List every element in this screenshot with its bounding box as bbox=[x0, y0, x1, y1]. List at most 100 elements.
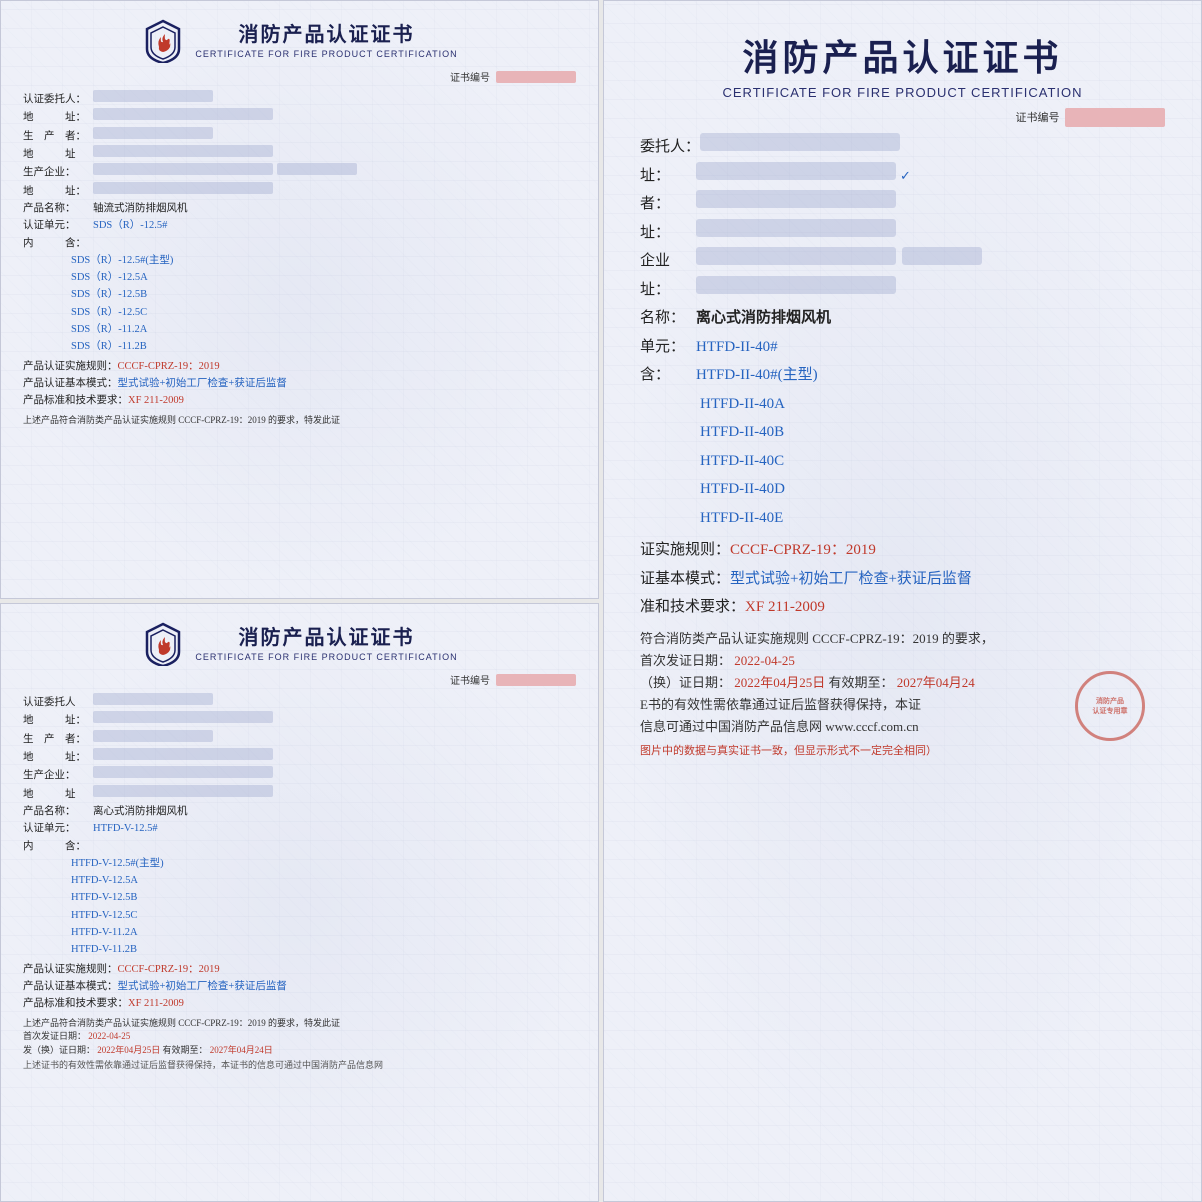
card1-title-cn: 消防产品认证证书 bbox=[195, 23, 457, 47]
card2-enterprise-value bbox=[93, 766, 273, 778]
card3-contains-item-main: HTFD-II-40#(主型) bbox=[696, 361, 818, 390]
card3-addr2-label: 址： bbox=[640, 219, 696, 248]
card2-contains-items: HTFD-V-12.5#(主型) HTFD-V-12.5A HTFD-V-12.… bbox=[71, 855, 576, 959]
card3-addr1-label: 址： bbox=[640, 162, 696, 191]
card1-fields: 认证委托人： 地 址： 生 产 者： 地 址 生产企业： 地 bbox=[23, 90, 576, 410]
card3-contains-items: HTFD-II-40A HTFD-II-40B HTFD-II-40C HTFD… bbox=[700, 390, 1165, 533]
card2-standard-label: 产品标准和技术要求： bbox=[23, 995, 128, 1012]
card2-addr1-value bbox=[93, 711, 273, 723]
card2-product-label: 产品名称： bbox=[23, 803, 93, 820]
card3-unit-value: HTFD-II-40# bbox=[696, 333, 778, 362]
card2-contains-item-1: HTFD-V-12.5A bbox=[71, 872, 576, 889]
card1-mode-value: 型式试验+初始工厂检查+获证后监督 bbox=[118, 375, 287, 392]
card2-standard-value: XF 211-2009 bbox=[128, 995, 184, 1012]
card3-applicant-value bbox=[700, 133, 900, 151]
card1-standard-value: XF 211-2009 bbox=[128, 392, 184, 409]
card1-addr1-value bbox=[93, 108, 273, 120]
card2-enterprise-label: 生产企业： bbox=[23, 767, 93, 784]
certificate-card-2: 消防产品认证证书 CERTIFICATE FOR FIRE PRODUCT CE… bbox=[0, 603, 599, 1202]
card2-unit-value: HTFD-V-12.5# bbox=[93, 820, 158, 837]
card3-applicant-label: 委托人： bbox=[640, 133, 700, 162]
card1-contains-item-3: SDS（R）-12.5C bbox=[71, 304, 576, 321]
card3-standard-value: XF 211-2009 bbox=[745, 593, 825, 622]
card3-addr2-value bbox=[696, 219, 896, 237]
card3-product-value: 离心式消防排烟风机 bbox=[696, 304, 831, 333]
card1-addr2-label: 地 址 bbox=[23, 146, 93, 163]
card3-item-2: HTFD-II-40B bbox=[700, 418, 1165, 447]
card3-renew-date: 2022年04月25日 bbox=[734, 675, 825, 690]
card2-renew-row: 发（换）证日期： 2022年04月25日 有效期至： 2027年04月24日 bbox=[23, 1044, 576, 1058]
card3-standard-label: 准和技术要求： bbox=[640, 593, 745, 622]
card1-addr2-value bbox=[93, 145, 273, 157]
card3-fields: 委托人： 址： ✓ 者： 址： 企业 址： bbox=[640, 133, 1165, 622]
fire-cert-logo-1 bbox=[141, 19, 185, 63]
card3-enterprise-value bbox=[696, 247, 896, 265]
card1-enterprise-label: 生产企业： bbox=[23, 164, 93, 181]
card1-contains-item-0: SDS（R）-12.5#(主型) bbox=[71, 252, 576, 269]
card3-addr3-value bbox=[696, 276, 896, 294]
card1-enterprise-value2 bbox=[277, 163, 357, 175]
card2-addr3-label: 地 址 bbox=[23, 786, 93, 803]
card1-title-block: 消防产品认证证书 CERTIFICATE FOR FIRE PRODUCT CE… bbox=[195, 23, 457, 59]
card3-valid-date: 2027年04月24 bbox=[897, 675, 975, 690]
card3-mode-value: 型式试验+初始工厂检查+获证后监督 bbox=[730, 565, 972, 594]
card1-contains-item-2: SDS（R）-12.5B bbox=[71, 286, 576, 303]
card1-product-value: 轴流式消防排烟风机 bbox=[93, 200, 188, 217]
card3-cert-number-label: 证书编号 bbox=[1016, 112, 1060, 124]
card3-stamp: 消防产品认证专用章 bbox=[1075, 671, 1145, 741]
card1-addr1-label: 地 址： bbox=[23, 109, 93, 126]
card2-fields: 认证委托人 地 址： 生 产 者： 地 址： 生产企业： 地 址 bbox=[23, 693, 576, 1013]
card2-addr1-label: 地 址： bbox=[23, 712, 93, 729]
card2-rule-value: CCCF-CPRZ-19：2019 bbox=[118, 961, 220, 978]
card1-enterprise-value bbox=[93, 163, 273, 175]
card1-rule-label: 产品认证实施规则： bbox=[23, 358, 118, 375]
card2-contains-item-2: HTFD-V-12.5B bbox=[71, 889, 576, 906]
card2-applicant-label: 认证委托人 bbox=[23, 694, 93, 711]
card3-product-label: 名称： bbox=[640, 304, 696, 333]
card1-product-label: 产品名称： bbox=[23, 200, 93, 217]
card1-manufacturer-value bbox=[93, 127, 213, 139]
card1-addr3-value bbox=[93, 182, 273, 194]
card2-first-issue-label: 首次发证日期： bbox=[23, 1031, 86, 1041]
card3-addr3-label: 址： bbox=[640, 276, 696, 305]
card3-item-3: HTFD-II-40C bbox=[700, 447, 1165, 476]
certificate-card-1: 消防产品认证证书 CERTIFICATE FOR FIRE PRODUCT CE… bbox=[0, 0, 599, 599]
card2-addr2-value bbox=[93, 748, 273, 760]
card2-contains-item-3: HTFD-V-12.5C bbox=[71, 907, 576, 924]
card3-mode-label: 证基本模式： bbox=[640, 565, 730, 594]
card2-renew-label: 发（换）证日期： bbox=[23, 1045, 95, 1055]
card1-contains-item-5: SDS（R）-11.2B bbox=[71, 338, 576, 355]
card3-rule-value: CCCF-CPRZ-19：2019 bbox=[730, 536, 876, 565]
card3-item-5: HTFD-II-40E bbox=[700, 504, 1165, 533]
card3-enterprise-label: 企业 bbox=[640, 247, 696, 276]
card3-rule-label: 证实施规则： bbox=[640, 536, 730, 565]
card1-applicant-label: 认证委托人： bbox=[23, 91, 93, 108]
card1-rule-value: CCCF-CPRZ-19：2019 bbox=[118, 358, 220, 375]
card1-cert-number-value bbox=[496, 71, 576, 83]
card2-unit-label: 认证单元： bbox=[23, 820, 93, 837]
card2-title-cn: 消防产品认证证书 bbox=[195, 626, 457, 650]
card2-product-value: 离心式消防排烟风机 bbox=[93, 803, 188, 820]
card3-header: 消防产品认证证书 CERTIFICATE FOR FIRE PRODUCT CE… bbox=[640, 29, 1165, 100]
card3-unit-label: 单元： bbox=[640, 333, 696, 362]
card1-cert-number-row: 证书编号 bbox=[23, 69, 576, 84]
card3-item-1: HTFD-II-40A bbox=[700, 390, 1165, 419]
card1-addr3-label: 地 址： bbox=[23, 183, 93, 200]
card3-manufacturer-label: 者： bbox=[640, 190, 696, 219]
card3-title-en: CERTIFICATE FOR FIRE PRODUCT CERTIFICATI… bbox=[640, 85, 1165, 100]
card1-unit-value: SDS（R）-12.5# bbox=[93, 217, 167, 234]
card1-applicant-value bbox=[93, 90, 213, 102]
card2-title-block: 消防产品认证证书 CERTIFICATE FOR FIRE PRODUCT CE… bbox=[195, 626, 457, 662]
card3-stamp-text: 消防产品认证专用章 bbox=[1093, 696, 1128, 716]
card3-enterprise-value2 bbox=[902, 247, 982, 265]
card2-manufacturer-label: 生 产 者： bbox=[23, 731, 93, 748]
card2-rule-label: 产品认证实施规则： bbox=[23, 961, 118, 978]
card3-cert-number-row: 证书编号 bbox=[640, 108, 1165, 127]
card3-first-issue-date: 2022-04-25 bbox=[734, 653, 795, 668]
card3-footer-compliance: 符合消防类产品认证实施规则 CCCF-CPRZ-19：2019 的要求， bbox=[640, 628, 1165, 650]
fire-cert-logo-2 bbox=[141, 622, 185, 666]
card3-manufacturer-value bbox=[696, 190, 896, 208]
card3-contains-label: 含： bbox=[640, 361, 696, 390]
card1-contains-label: 内 含： bbox=[23, 235, 93, 252]
card2-cert-number-row: 证书编号 bbox=[23, 672, 576, 687]
